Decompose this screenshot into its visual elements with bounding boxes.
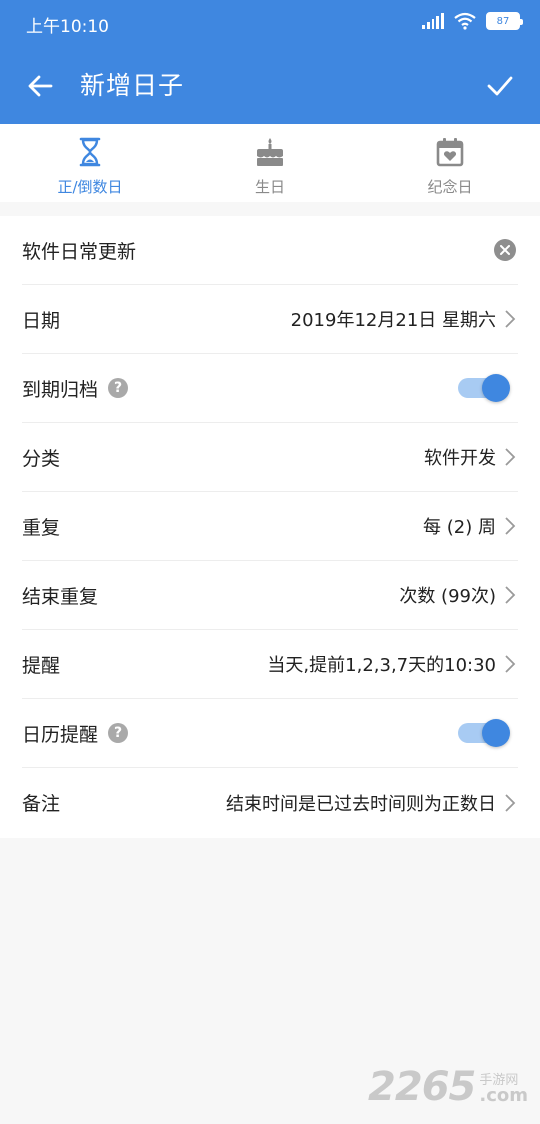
status-time: 上午10:10 bbox=[26, 17, 109, 37]
clear-button[interactable] bbox=[494, 239, 516, 261]
day-form: 软件日常更新 日期 2019年12月21日 星期六 到期归档 ? 分类 软件开发… bbox=[0, 216, 540, 838]
calendar-reminder-toggle[interactable] bbox=[458, 719, 510, 747]
calendar-reminder-label: 日历提醒 ? bbox=[22, 720, 129, 747]
back-button[interactable] bbox=[22, 68, 58, 104]
category-row[interactable]: 分类 软件开发 bbox=[22, 423, 518, 492]
tab-birthday[interactable]: 生日 bbox=[180, 124, 360, 202]
repeat-row[interactable]: 重复 每 (2) 周 bbox=[22, 492, 518, 561]
check-icon bbox=[487, 76, 513, 96]
reminder-value: 当天,提前1,2,3,7天的10:30 bbox=[267, 651, 518, 677]
note-row[interactable]: 备注 结束时间是已过去时间则为正数日 bbox=[22, 768, 518, 837]
page-title: 新增日子 bbox=[80, 71, 185, 100]
archive-row: 到期归档 ? bbox=[22, 354, 518, 423]
close-icon bbox=[500, 245, 510, 255]
toggle-knob bbox=[482, 719, 510, 747]
end-repeat-value: 次数 (99次) bbox=[399, 582, 518, 608]
reminder-row[interactable]: 提醒 当天,提前1,2,3,7天的10:30 bbox=[22, 630, 518, 699]
watermark-number: 2265 bbox=[368, 1064, 476, 1110]
reminder-value-text: 当天,提前1,2,3,7天的10:30 bbox=[267, 655, 496, 676]
toggle-knob bbox=[482, 374, 510, 402]
signal-icon bbox=[422, 13, 444, 29]
chevron-right-icon bbox=[504, 447, 518, 467]
type-tabs: 正/倒数日 生日 纪念日 bbox=[0, 124, 540, 202]
calendar-heart-icon bbox=[434, 136, 466, 168]
calendar-reminder-row: 日历提醒 ? bbox=[22, 699, 518, 768]
wifi-icon bbox=[454, 12, 476, 30]
reminder-label: 提醒 bbox=[22, 654, 61, 677]
help-icon[interactable]: ? bbox=[108, 723, 129, 743]
watermark-site: 手游网 .com bbox=[479, 1069, 528, 1106]
chevron-right-icon bbox=[504, 585, 518, 605]
name-input[interactable]: 软件日常更新 bbox=[22, 237, 136, 264]
watermark-logo: 2265 手游网 .com bbox=[368, 1064, 528, 1110]
tab-label: 正/倒数日 bbox=[57, 178, 123, 196]
note-label: 备注 bbox=[22, 793, 61, 815]
category-label: 分类 bbox=[22, 447, 61, 470]
chevron-right-icon bbox=[504, 793, 518, 813]
archive-label-text: 到期归档 bbox=[22, 378, 99, 401]
name-row[interactable]: 软件日常更新 bbox=[22, 216, 518, 285]
archive-toggle[interactable] bbox=[458, 374, 510, 402]
note-value-text: 结束时间是已过去时间则为正数日 bbox=[226, 793, 496, 815]
status-icons: 87 bbox=[422, 12, 523, 30]
tab-label: 生日 bbox=[254, 178, 285, 196]
date-row[interactable]: 日期 2019年12月21日 星期六 bbox=[22, 285, 518, 354]
category-value: 软件开发 bbox=[424, 444, 518, 470]
watermark-site-bottom: .com bbox=[479, 1085, 528, 1106]
hourglass-icon bbox=[74, 136, 106, 168]
repeat-value-text: 每 (2) 周 bbox=[423, 517, 496, 538]
tab-countdown[interactable]: 正/倒数日 bbox=[0, 124, 180, 202]
arrow-left-icon bbox=[28, 75, 53, 97]
battery-icon: 87 bbox=[486, 12, 523, 30]
cake-icon bbox=[254, 136, 286, 168]
date-label: 日期 bbox=[22, 309, 61, 332]
end-repeat-row[interactable]: 结束重复 次数 (99次) bbox=[22, 561, 518, 630]
chevron-right-icon bbox=[504, 654, 518, 674]
archive-label: 到期归档 ? bbox=[22, 375, 129, 402]
date-value: 2019年12月21日 星期六 bbox=[291, 306, 518, 332]
end-repeat-label: 结束重复 bbox=[22, 585, 99, 608]
help-icon[interactable]: ? bbox=[108, 378, 129, 398]
chevron-right-icon bbox=[504, 309, 518, 329]
app-bar: 新增日子 bbox=[0, 48, 540, 124]
end-repeat-value-text: 次数 (99次) bbox=[399, 586, 496, 607]
repeat-label: 重复 bbox=[22, 516, 61, 539]
tab-anniversary[interactable]: 纪念日 bbox=[360, 124, 540, 202]
tab-label: 纪念日 bbox=[427, 178, 473, 196]
battery-level: 87 bbox=[496, 15, 510, 27]
confirm-button[interactable] bbox=[482, 68, 518, 104]
calendar-reminder-label-text: 日历提醒 bbox=[22, 723, 99, 746]
date-value-text: 2019年12月21日 星期六 bbox=[290, 310, 496, 331]
note-value: 结束时间是已过去时间则为正数日 bbox=[226, 790, 518, 816]
chevron-right-icon bbox=[504, 516, 518, 536]
status-bar: 上午10:10 87 bbox=[0, 0, 540, 48]
repeat-value: 每 (2) 周 bbox=[423, 513, 518, 539]
category-value-text: 软件开发 bbox=[424, 448, 496, 469]
